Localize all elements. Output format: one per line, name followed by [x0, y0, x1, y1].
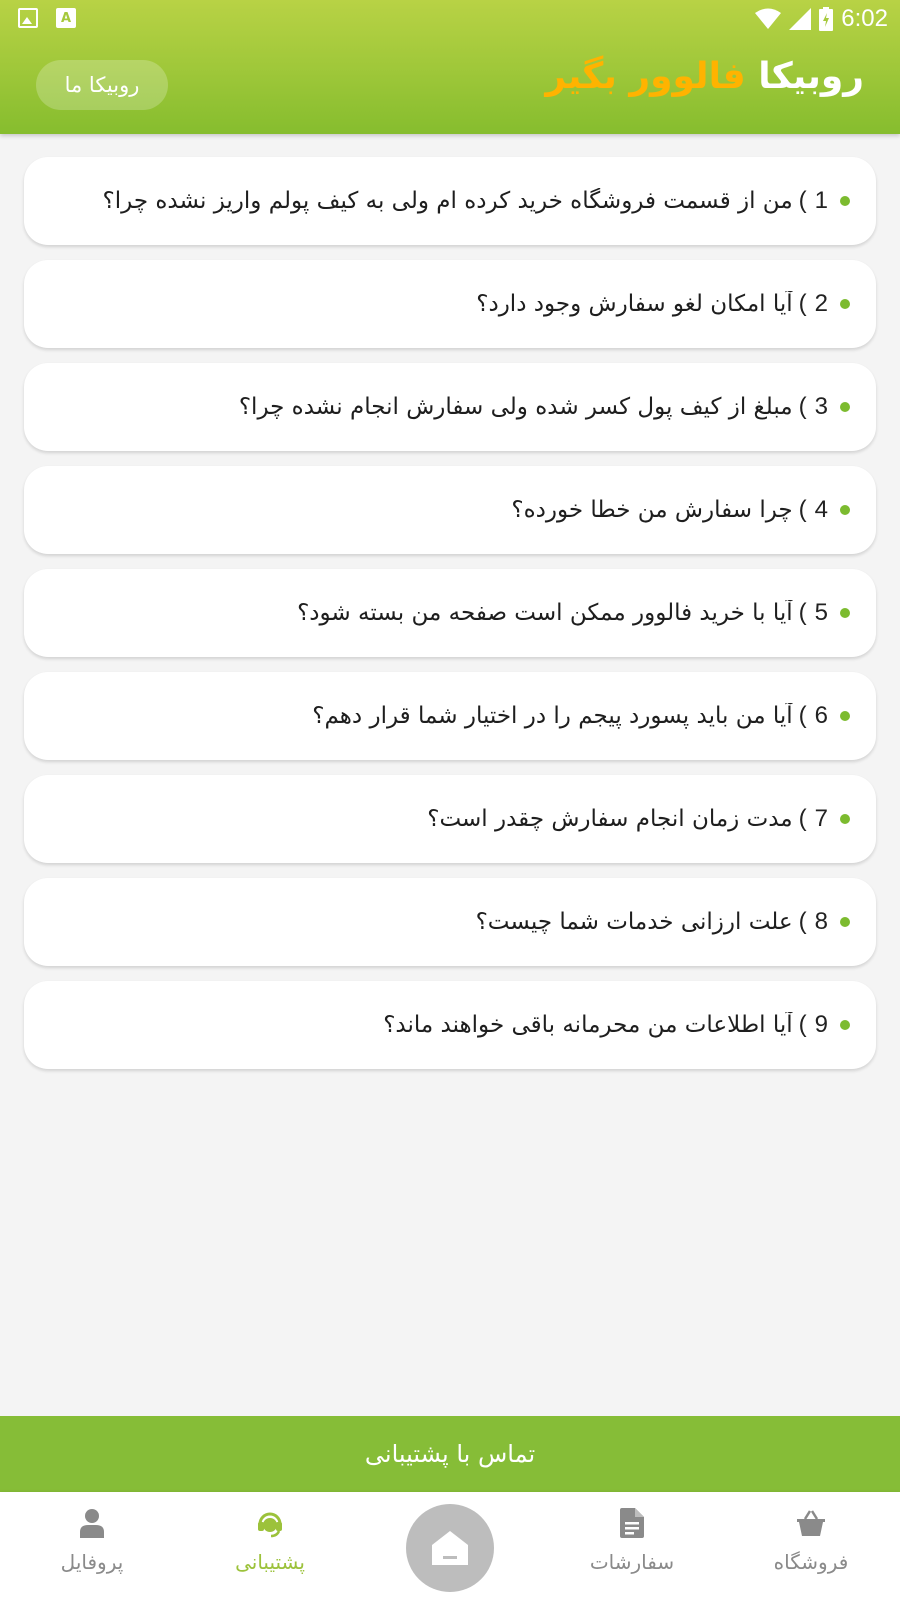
battery-charging-icon [819, 7, 834, 31]
faq-number: 8 [814, 908, 828, 935]
bullet-dot-icon [840, 1020, 850, 1030]
status-left-icons: A [18, 8, 76, 28]
faq-number: 3 [814, 393, 828, 420]
bullet-dot-icon [840, 608, 850, 618]
faq-question: مبلغ از کیف پول کسر شده ولی سفارش انجام … [238, 394, 793, 420]
faq-item-5[interactable]: 5 ) آیا با خرید فالوور ممکن است صفحه من … [24, 569, 876, 657]
app-header: A 6:02 روبیکا فالوور بگیر روبیکا ما [0, 0, 900, 134]
nav-profile-label: پروفایل [60, 1550, 124, 1574]
faq-item-6[interactable]: 6 ) آیا من باید پسورد پیجم را در اختیار … [24, 672, 876, 760]
faq-paren: ) [798, 1011, 807, 1038]
bullet-dot-icon [840, 402, 850, 412]
faq-paren: ) [798, 393, 807, 420]
nav-support[interactable]: پشتیبانی [190, 1506, 350, 1592]
nav-orders[interactable]: سفارشات [552, 1506, 712, 1592]
bullet-dot-icon [840, 299, 850, 309]
document-icon [615, 1506, 649, 1540]
shopping-basket-icon [794, 1506, 828, 1540]
image-icon [18, 8, 38, 28]
faq-number: 6 [814, 702, 828, 729]
bullet-dot-icon [840, 917, 850, 927]
faq-number: 9 [814, 1011, 828, 1038]
signal-icon [789, 8, 812, 30]
app-title-part2: فالوور بگیر [545, 56, 746, 97]
faq-number: 7 [814, 805, 828, 832]
person-icon [75, 1506, 109, 1540]
faq-list: 1 ) من از قسمت فروشگاه خرید کرده ام ولی … [24, 157, 876, 1084]
faq-item-8[interactable]: 8 ) علت ارزانی خدمات شما چیست؟ [24, 878, 876, 966]
home-button[interactable] [406, 1504, 494, 1592]
nav-profile[interactable]: پروفایل [12, 1506, 172, 1592]
faq-item-2[interactable]: 2 ) آیا امکان لغو سفارش وجود دارد؟ [24, 260, 876, 348]
faq-question: چرا سفارش من خطا خورده؟ [511, 497, 793, 523]
nav-shop-label: فروشگاه [773, 1550, 849, 1574]
faq-number: 4 [814, 496, 828, 523]
faq-paren: ) [798, 187, 807, 214]
faq-question: آیا امکان لغو سفارش وجود دارد؟ [476, 291, 793, 317]
wifi-icon [755, 8, 782, 29]
bullet-dot-icon [840, 505, 850, 515]
nav-orders-label: سفارشات [589, 1550, 675, 1574]
faq-question: من از قسمت فروشگاه خرید کرده ام ولی به ک… [102, 188, 793, 214]
faq-number: 5 [814, 599, 828, 626]
nav-support-label: پشتیبانی [235, 1550, 305, 1574]
faq-question: آیا با خرید فالوور ممکن است صفحه من بسته… [297, 600, 793, 626]
status-right-icons: 6:02 [755, 5, 888, 33]
home-icon [432, 1531, 468, 1565]
faq-paren: ) [798, 908, 807, 935]
faq-paren: ) [798, 290, 807, 317]
bullet-dot-icon [840, 814, 850, 824]
faq-question: مدت زمان انجام سفارش چقدر است؟ [427, 806, 793, 832]
status-time: 6:02 [841, 5, 888, 32]
faq-item-4[interactable]: 4 ) چرا سفارش من خطا خورده؟ [24, 466, 876, 554]
faq-number: 2 [814, 290, 828, 317]
faq-number: 1 [814, 187, 828, 214]
rubika-ma-button[interactable]: روبیکا ما [36, 60, 168, 110]
bottom-nav: فروشگاه سفارشات پشتیبانی پروفایل [0, 1492, 900, 1600]
faq-paren: ) [798, 702, 807, 729]
faq-question: آیا اطلاعات من محرمانه باقی خواهند ماند؟ [383, 1012, 793, 1038]
contact-support-button[interactable]: تماس با پشتیبانی [0, 1416, 900, 1492]
app-title: روبیکا فالوور بگیر [545, 56, 864, 97]
faq-paren: ) [798, 599, 807, 626]
bullet-dot-icon [840, 196, 850, 206]
bullet-dot-icon [840, 711, 850, 721]
faq-item-1[interactable]: 1 ) من از قسمت فروشگاه خرید کرده ام ولی … [24, 157, 876, 245]
faq-item-9[interactable]: 9 ) آیا اطلاعات من محرمانه باقی خواهند م… [24, 981, 876, 1069]
faq-item-7[interactable]: 7 ) مدت زمان انجام سفارش چقدر است؟ [24, 775, 876, 863]
app-root: A 6:02 روبیکا فالوور بگیر روبیکا ما 1) … [0, 0, 900, 1600]
support-headset-icon [253, 1506, 287, 1540]
faq-paren: ) [798, 805, 807, 832]
faq-paren: ) [798, 496, 807, 523]
faq-question: آیا من باید پسورد پیجم را در اختیار شما … [312, 703, 793, 729]
status-bar: A 6:02 [0, 0, 900, 38]
font-a-icon: A [56, 8, 76, 28]
faq-question: علت ارزانی خدمات شما چیست؟ [475, 909, 793, 935]
faq-item-3[interactable]: 3 ) مبلغ از کیف پول کسر شده ولی سفارش ان… [24, 363, 876, 451]
app-title-part1: روبیکا [758, 56, 864, 97]
nav-shop[interactable]: فروشگاه [731, 1506, 891, 1592]
